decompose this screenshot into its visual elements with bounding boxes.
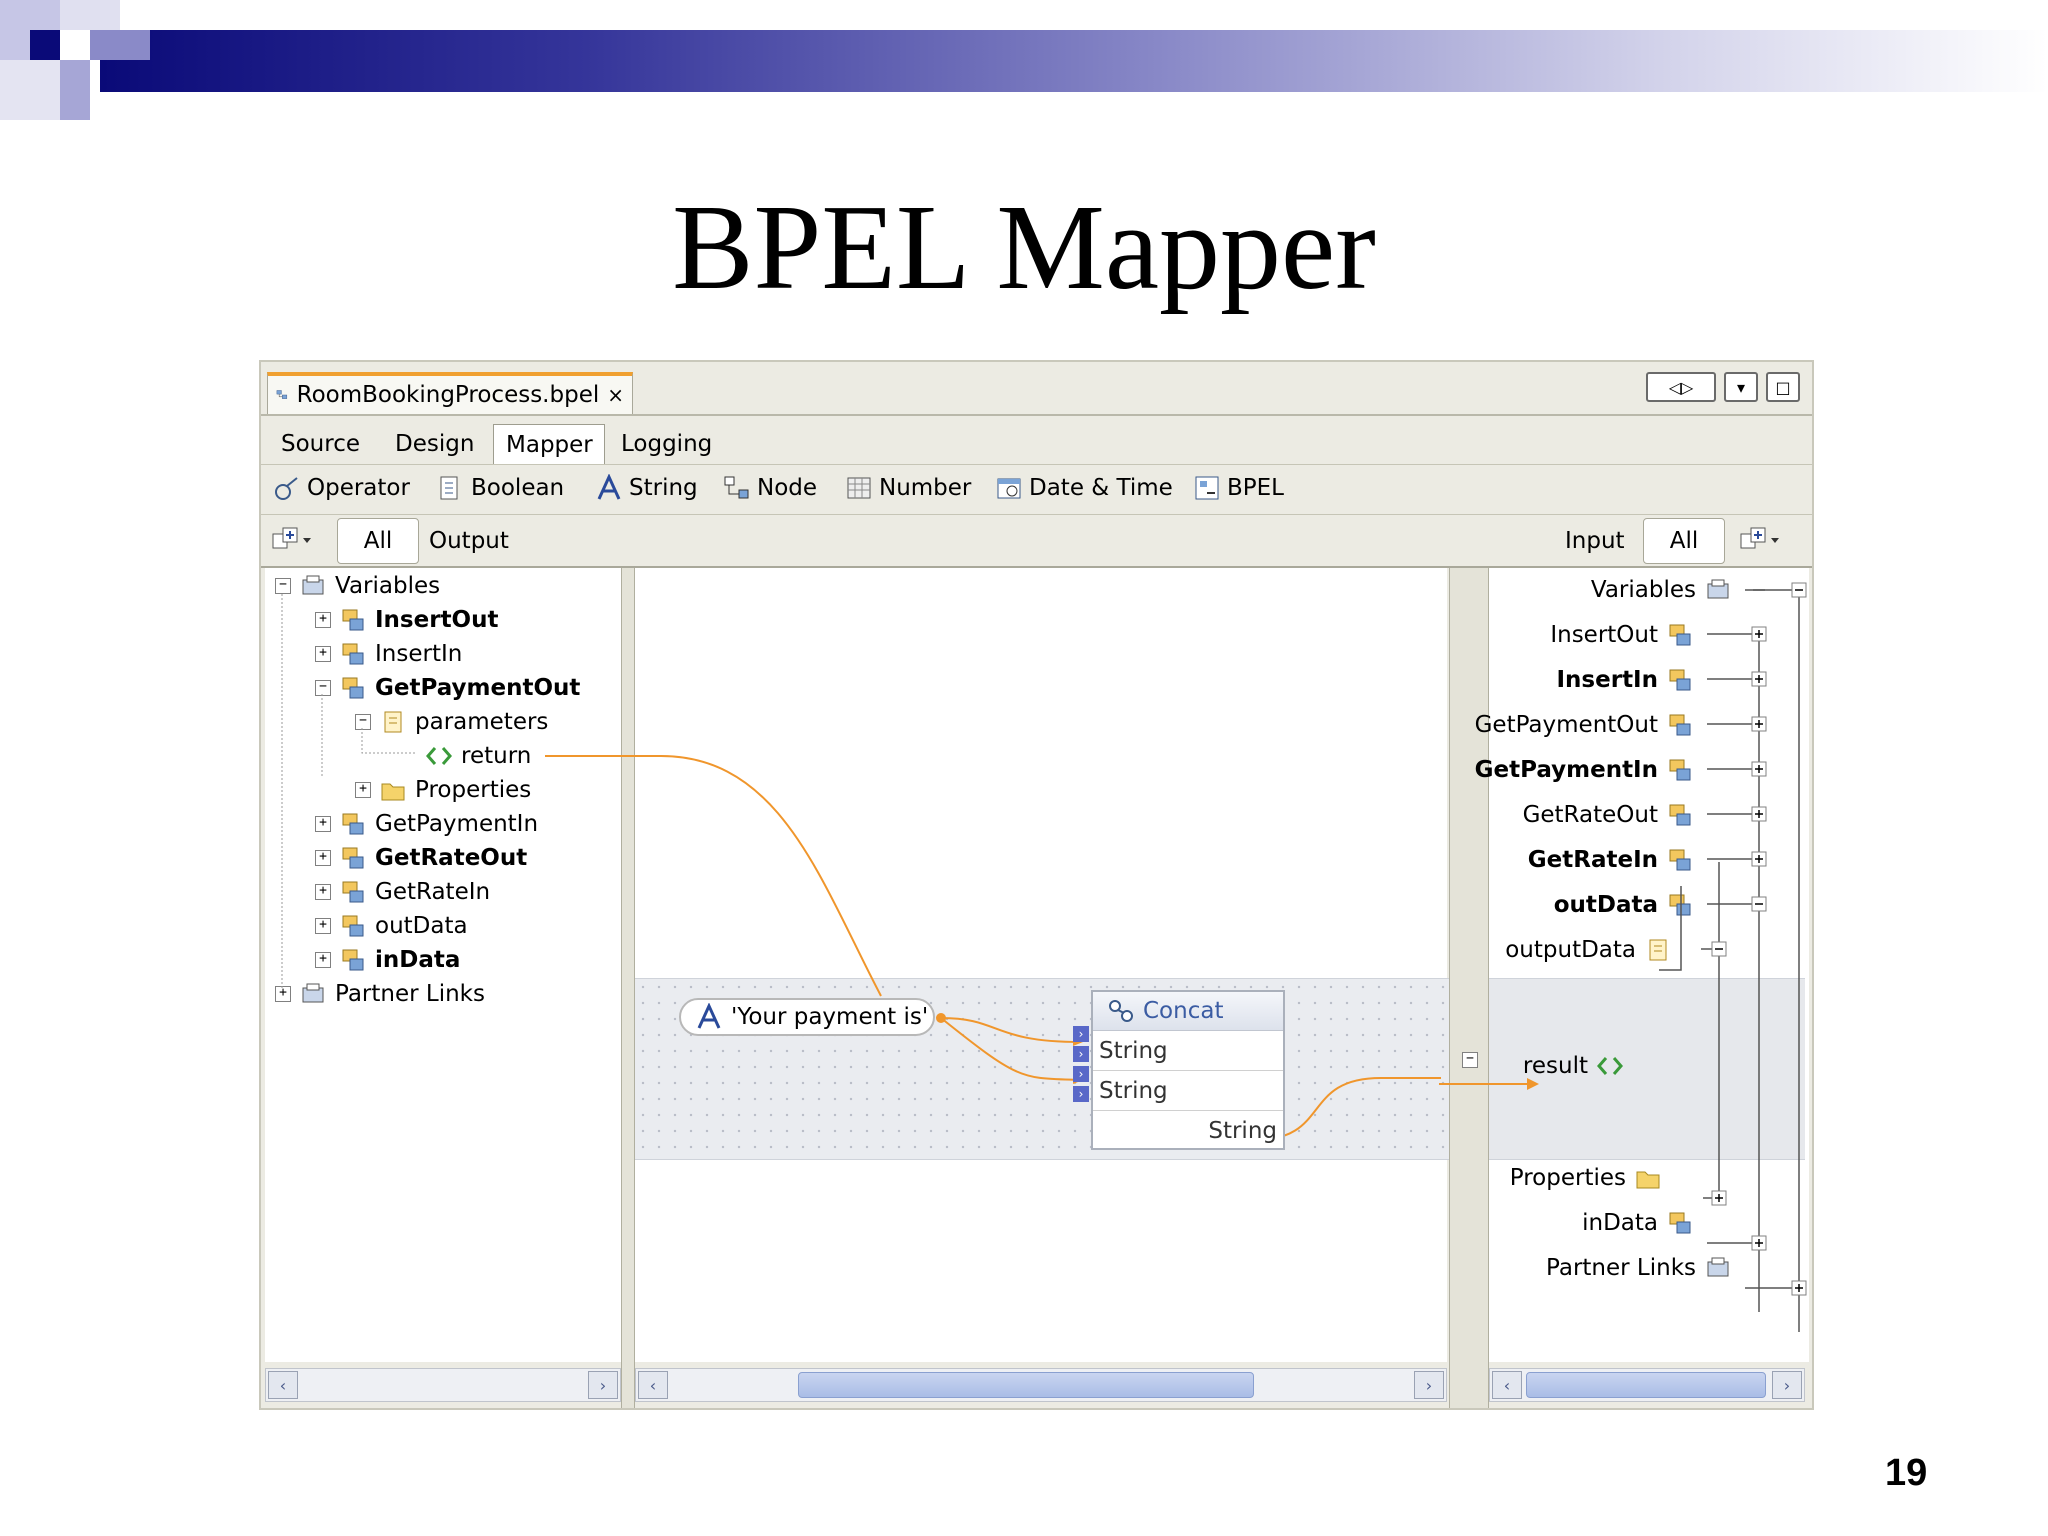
concat-icon bbox=[1109, 1000, 1133, 1022]
header-square bbox=[60, 60, 90, 120]
output-label: Output bbox=[429, 528, 509, 554]
tab-logging[interactable]: Logging bbox=[621, 424, 712, 464]
scroll-tabs-button[interactable]: ◁ ▷ bbox=[1646, 372, 1716, 402]
editor-tab[interactable]: RoomBookingProcess.bpel × bbox=[267, 372, 633, 414]
palette-string-label: String bbox=[629, 475, 698, 501]
view-tabs: Source Design Mapper Logging bbox=[261, 418, 1812, 465]
concat-input-port[interactable]: › bbox=[1073, 1066, 1089, 1082]
bpel-icon bbox=[1195, 476, 1219, 500]
scroll-left-icon[interactable]: ‹ bbox=[268, 1371, 298, 1399]
slide-title: BPEL Mapper bbox=[672, 180, 1376, 315]
editor-tabstrip: RoomBookingProcess.bpel × ◁ ▷ ▾ □ bbox=[261, 362, 1812, 416]
mapper-palette: Operator Boolean String Node Number Date… bbox=[261, 466, 1812, 515]
node-icon bbox=[724, 476, 749, 499]
header-square bbox=[30, 30, 60, 60]
chevron-down-icon: ▾ bbox=[1736, 377, 1746, 397]
maximize-icon: □ bbox=[1775, 377, 1791, 397]
bpel-file-icon bbox=[276, 390, 288, 399]
collapse-icon[interactable]: − bbox=[1462, 1052, 1478, 1068]
palette-date-time[interactable]: Date & Time bbox=[995, 474, 1173, 502]
scroll-left-icon[interactable]: ‹ bbox=[638, 1371, 668, 1399]
palette-node[interactable]: Node bbox=[723, 474, 817, 502]
output-tree-scrollbar[interactable]: ‹ › bbox=[265, 1368, 621, 1402]
input-tree-connectors bbox=[1659, 582, 1807, 1332]
string-icon bbox=[697, 1003, 721, 1029]
concat-input-port[interactable]: › bbox=[1073, 1026, 1089, 1042]
scroll-right-icon[interactable]: › bbox=[1414, 1371, 1444, 1399]
window-controls: ◁ ▷ ▾ □ bbox=[1646, 372, 1800, 402]
header-square bbox=[0, 60, 60, 120]
palette-date-time-label: Date & Time bbox=[1029, 475, 1173, 501]
tree-options-icon[interactable] bbox=[271, 526, 315, 556]
palette-node-label: Node bbox=[757, 475, 818, 501]
concat-output[interactable]: String bbox=[1093, 1111, 1283, 1150]
tree-options-icon[interactable] bbox=[1739, 526, 1783, 556]
number-icon bbox=[847, 477, 871, 499]
header-square bbox=[90, 30, 150, 60]
string-literal-node[interactable]: 'Your payment is' bbox=[679, 998, 935, 1036]
concat-header[interactable]: Concat bbox=[1093, 992, 1283, 1031]
arrow-right-icon: ▷ bbox=[1681, 377, 1694, 397]
palette-boolean-label: Boolean bbox=[471, 475, 565, 501]
tab-source[interactable]: Source bbox=[281, 424, 360, 464]
mapping-gutter: − bbox=[1449, 568, 1489, 1408]
slide-header-bar bbox=[100, 30, 2048, 92]
page-number: 19 bbox=[1885, 1452, 1928, 1494]
boolean-icon bbox=[440, 476, 458, 500]
palette-boolean[interactable]: Boolean bbox=[437, 474, 564, 502]
concat-function-node[interactable]: Concat String String String bbox=[1091, 990, 1285, 1150]
output-tree-connectors bbox=[281, 594, 415, 988]
concat-input-1[interactable]: String bbox=[1093, 1031, 1283, 1071]
palette-number[interactable]: Number bbox=[845, 474, 971, 502]
palette-operator[interactable]: Operator bbox=[273, 474, 410, 502]
mapping-canvas[interactable] bbox=[635, 568, 1447, 1362]
editor-tab-label: RoomBookingProcess.bpel bbox=[296, 382, 600, 408]
close-icon[interactable]: × bbox=[607, 383, 624, 407]
input-tree-scrollbar[interactable]: ‹ › bbox=[1489, 1368, 1805, 1402]
string-literal-value: 'Your payment is' bbox=[731, 1004, 929, 1030]
palette-string[interactable]: String bbox=[595, 474, 698, 502]
palette-bpel-label: BPEL bbox=[1227, 475, 1284, 501]
filter-bar: All Output Input All bbox=[261, 516, 1812, 568]
header-square bbox=[60, 0, 120, 30]
output-filter-all-button[interactable]: All bbox=[337, 518, 419, 564]
scrollbar-thumb[interactable] bbox=[798, 1372, 1254, 1398]
maximize-button[interactable]: □ bbox=[1766, 372, 1800, 402]
tab-menu-button[interactable]: ▾ bbox=[1724, 372, 1758, 402]
tab-mapper[interactable]: Mapper bbox=[493, 424, 605, 464]
ide-window: RoomBookingProcess.bpel × ◁ ▷ ▾ □ Source… bbox=[259, 360, 1814, 1410]
concat-input-2[interactable]: String bbox=[1093, 1071, 1283, 1111]
palette-operator-label: Operator bbox=[307, 475, 410, 501]
input-label: Input bbox=[1565, 528, 1625, 554]
string-icon bbox=[597, 474, 621, 500]
concat-title: Concat bbox=[1143, 998, 1224, 1024]
canvas-scrollbar[interactable]: ‹ › bbox=[635, 1368, 1447, 1402]
palette-bpel[interactable]: BPEL bbox=[1193, 474, 1284, 502]
palette-number-label: Number bbox=[879, 475, 972, 501]
tab-design[interactable]: Design bbox=[395, 424, 474, 464]
left-splitter[interactable] bbox=[621, 568, 635, 1408]
arrow-left-icon: ◁ bbox=[1668, 377, 1681, 397]
operator-icon bbox=[275, 477, 298, 500]
input-filter-all-button[interactable]: All bbox=[1643, 518, 1725, 564]
scrollbar-thumb[interactable] bbox=[1526, 1372, 1766, 1398]
calendar-icon bbox=[997, 478, 1021, 499]
scroll-right-icon[interactable]: › bbox=[588, 1371, 618, 1399]
concat-input-port[interactable]: › bbox=[1073, 1046, 1089, 1062]
concat-input-port[interactable]: › bbox=[1073, 1086, 1089, 1102]
scroll-left-icon[interactable]: ‹ bbox=[1492, 1371, 1522, 1399]
scroll-right-icon[interactable]: › bbox=[1772, 1371, 1802, 1399]
